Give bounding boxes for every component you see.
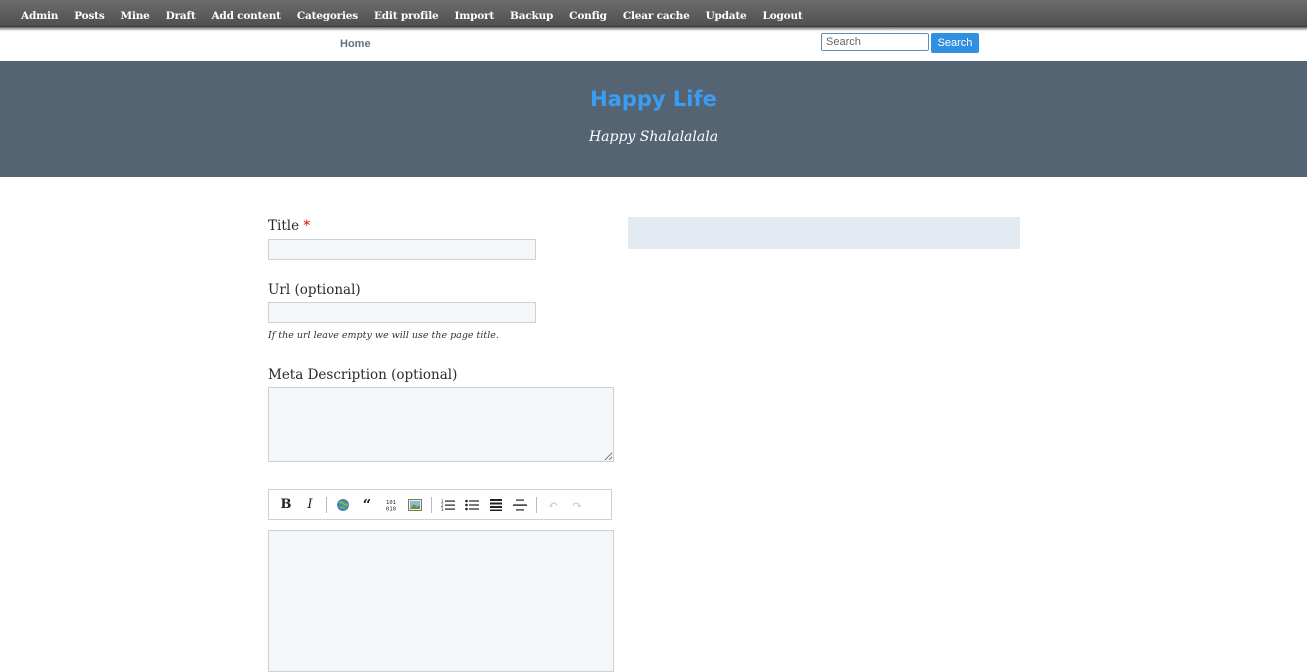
ordered-list-icon[interactable]: 123	[436, 493, 460, 517]
site-title: Happy Life	[590, 87, 717, 111]
image-icon[interactable]	[403, 493, 427, 517]
nav-home-link[interactable]: Home	[340, 38, 371, 50]
admin-link-admin[interactable]: Admin	[21, 10, 58, 22]
code-icon[interactable]: 101 010	[379, 493, 403, 517]
site-header: Happy Life Happy Shalalalala	[0, 61, 1307, 177]
admin-menu: Admin Posts Mine Draft Add content Categ…	[0, 0, 1307, 26]
toolbar-divider	[431, 496, 432, 513]
admin-link-update[interactable]: Update	[706, 10, 747, 22]
italic-icon[interactable]: I	[298, 493, 322, 517]
admin-link-logout[interactable]: Logout	[763, 10, 803, 22]
horizontal-rule-icon[interactable]	[508, 493, 532, 517]
quote-icon[interactable]: “	[355, 493, 379, 517]
url-label: Url (optional)	[268, 282, 361, 298]
link-icon[interactable]	[331, 493, 355, 517]
toolbar-divider	[536, 496, 537, 513]
heading-icon[interactable]	[484, 493, 508, 517]
undo-icon[interactable]: ↶	[541, 493, 565, 517]
admin-link-backup[interactable]: Backup	[510, 10, 553, 22]
meta-description-label: Meta Description (optional)	[268, 367, 458, 383]
main-nav: Home Search	[0, 31, 1307, 61]
admin-link-mine[interactable]: Mine	[121, 10, 150, 22]
sidebar-panel	[628, 217, 1020, 249]
url-hint: If the url leave empty we will use the p…	[268, 330, 499, 341]
search-button[interactable]: Search	[931, 33, 979, 53]
admin-link-draft[interactable]: Draft	[166, 10, 196, 22]
admin-link-config[interactable]: Config	[569, 10, 607, 22]
admin-bar: Admin Posts Mine Draft Add content Categ…	[0, 0, 1307, 31]
search-input[interactable]	[821, 33, 929, 51]
title-label-text: Title	[268, 218, 300, 234]
svg-text:101: 101	[386, 500, 396, 506]
title-input[interactable]	[268, 239, 536, 260]
admin-link-add-content[interactable]: Add content	[211, 10, 281, 22]
admin-link-posts[interactable]: Posts	[74, 10, 104, 22]
bold-icon[interactable]: B	[274, 493, 298, 517]
admin-link-clear-cache[interactable]: Clear cache	[623, 10, 690, 22]
content-editor[interactable]	[268, 530, 614, 672]
svg-text:010: 010	[386, 506, 396, 512]
admin-link-import[interactable]: Import	[454, 10, 494, 22]
editor-toolbar: B I “ 101 010 123 ↶ ↷	[268, 489, 612, 520]
admin-link-categories[interactable]: Categories	[297, 10, 358, 22]
meta-description-textarea[interactable]	[268, 387, 614, 462]
title-label: Title *	[268, 218, 310, 234]
redo-icon[interactable]: ↷	[565, 493, 589, 517]
required-marker: *	[303, 218, 311, 234]
unordered-list-icon[interactable]	[460, 493, 484, 517]
url-input[interactable]	[268, 302, 536, 323]
svg-text:3: 3	[441, 507, 444, 511]
toolbar-divider	[326, 496, 327, 513]
admin-link-edit-profile[interactable]: Edit profile	[374, 10, 439, 22]
site-tagline: Happy Shalalalala	[588, 129, 719, 145]
